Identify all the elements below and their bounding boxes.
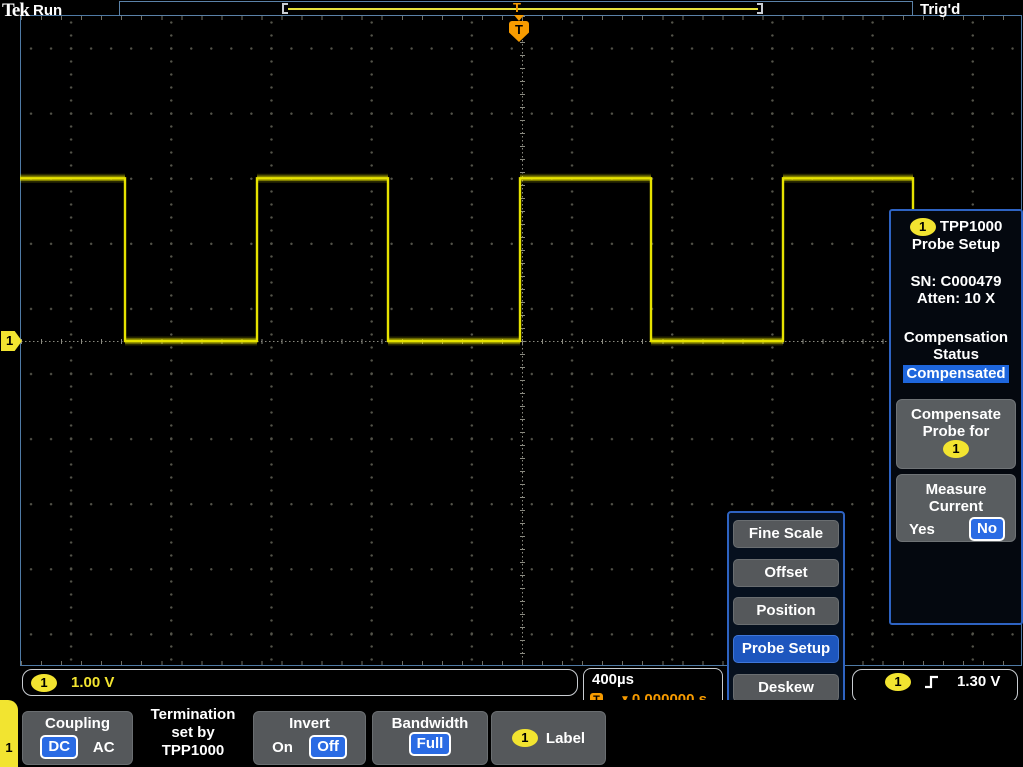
measure-line-1: Measure <box>897 481 1015 498</box>
probe-serial-number: SN: C000479 <box>891 273 1021 290</box>
bandwidth-value: Full <box>409 732 452 756</box>
coupling-ac-option[interactable]: AC <box>93 739 115 756</box>
termination-line-3: TPP1000 <box>137 742 249 760</box>
compensate-probe-button[interactable]: Compensate Probe for 1 <box>896 399 1016 469</box>
channel1-badge: 1 <box>31 674 57 692</box>
termination-note: Termination set by TPP1000 <box>137 706 249 760</box>
record-view-left-bracket <box>282 3 288 14</box>
side-menu-item-position[interactable]: Position <box>733 597 839 625</box>
probe-channel-badge: 1 <box>910 218 936 236</box>
trigger-source-badge: 1 <box>885 673 911 691</box>
record-view-trigger-icon: T <box>513 0 521 15</box>
record-view-bar: T <box>119 1 913 16</box>
rising-edge-icon <box>923 673 941 691</box>
graticule <box>20 15 1022 666</box>
label-button-text: Label <box>546 730 585 747</box>
acquisition-status: Run <box>33 2 62 19</box>
coupling-title: Coupling <box>23 715 132 732</box>
bottom-menu-bar: 1 Coupling DC AC Termination set by TPP1… <box>0 700 1023 767</box>
bandwidth-title: Bandwidth <box>373 715 487 732</box>
coupling-dc-option[interactable]: DC <box>40 735 78 759</box>
label-button[interactable]: 1 Label <box>491 711 606 765</box>
side-menu: Fine Scale Offset Position Probe Setup D… <box>727 511 845 711</box>
termination-line-2: set by <box>137 724 249 742</box>
channel1-tab[interactable]: 1 <box>0 700 18 767</box>
measure-line-2: Current <box>897 498 1015 515</box>
invert-button[interactable]: Invert On Off <box>253 711 366 765</box>
channel1-scale-value: 1.00 V <box>71 674 114 691</box>
invert-on-option[interactable]: On <box>272 739 293 756</box>
measure-current-button[interactable]: Measure Current Yes No <box>896 474 1016 542</box>
record-view-waveform-line <box>288 8 758 10</box>
record-view-right-bracket <box>757 3 763 14</box>
probe-setup-panel: 1 TPP1000 Probe Setup SN: C000479 Atten:… <box>889 209 1023 625</box>
tek-logo: Tek <box>2 0 29 22</box>
side-menu-item-fine-scale[interactable]: Fine Scale <box>733 520 839 548</box>
compensate-line-1: Compensate <box>897 406 1015 423</box>
bandwidth-button[interactable]: Bandwidth Full <box>372 711 488 765</box>
probe-model: TPP1000 <box>940 218 1003 235</box>
channel1-scale-readout: 1 1.00 V <box>22 669 578 696</box>
invert-title: Invert <box>254 715 365 732</box>
termination-line-1: Termination <box>137 706 249 724</box>
bottom-edge-ticks <box>21 661 1021 665</box>
side-menu-item-probe-setup[interactable]: Probe Setup <box>733 635 839 663</box>
oscilloscope-screen: 1 Tek Run T Trig'd T 1 1.00 V 400µs T→▼0… <box>0 0 1023 767</box>
compensation-label-1: Compensation <box>891 329 1021 346</box>
probe-attenuation: Atten: 10 X <box>891 290 1021 307</box>
compensation-label-2: Status <box>891 346 1021 363</box>
probe-panel-title: Probe Setup <box>891 236 1021 253</box>
measure-current-no-option[interactable]: No <box>969 517 1005 541</box>
coupling-button[interactable]: Coupling DC AC <box>22 711 133 765</box>
compensation-status-value: Compensated <box>903 365 1008 383</box>
probe-model-row: 1 TPP1000 <box>891 218 1021 236</box>
trigger-readout: 1 1.30 V <box>852 669 1018 703</box>
trigger-position-caret-icon <box>514 15 524 21</box>
trigger-level-value: 1.30 V <box>957 673 1000 690</box>
channel1-position-marker[interactable]: 1 <box>1 331 22 351</box>
invert-off-option[interactable]: Off <box>309 735 347 759</box>
horizontal-scale-value: 400µs <box>592 671 634 688</box>
trigger-status: Trig'd <box>920 1 960 18</box>
center-vertical-line <box>522 16 523 665</box>
side-menu-item-offset[interactable]: Offset <box>733 559 839 587</box>
compensate-channel-badge: 1 <box>943 440 969 458</box>
compensate-line-2: Probe for <box>897 423 1015 440</box>
label-channel-badge: 1 <box>512 729 538 747</box>
measure-current-yes-option[interactable]: Yes <box>909 521 935 538</box>
side-menu-item-deskew[interactable]: Deskew <box>733 674 839 702</box>
